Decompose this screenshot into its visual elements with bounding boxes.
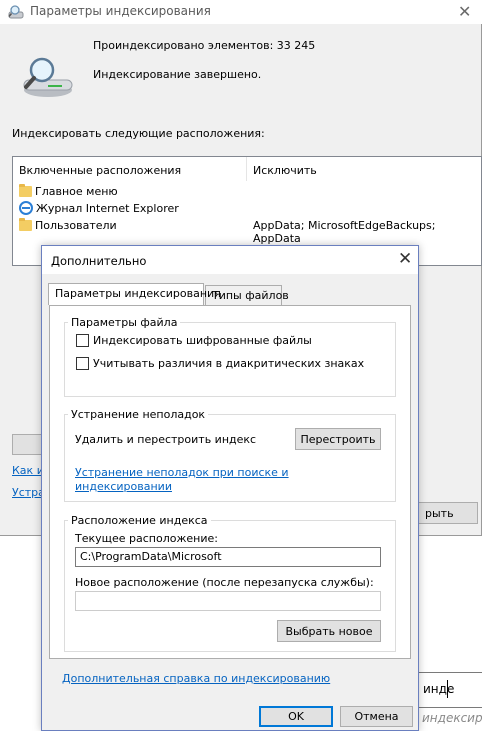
background-window-field[interactable]: инде	[418, 672, 482, 708]
rebuild-button[interactable]: Перестроить	[295, 428, 381, 450]
close-icon[interactable]: ✕	[458, 2, 471, 21]
select-new-button[interactable]: Выбрать новое	[277, 620, 381, 642]
list-item[interactable]: Главное меню	[19, 183, 118, 199]
location-exclude: AppData; MicrosoftEdgeBackups; AppData	[253, 219, 436, 245]
tab-indexing-settings[interactable]: Параметры индексирования	[48, 283, 221, 305]
window-title: Параметры индексирования	[30, 4, 211, 18]
modify-button[interactable]	[12, 434, 42, 455]
rebuild-label: Удалить и перестроить индекс	[75, 433, 257, 446]
encrypted-files-checkbox-row[interactable]: Индексировать шифрованные файлы	[76, 334, 312, 347]
group-title: Расположение индекса	[68, 514, 211, 527]
title-bar: Параметры индексирования ✕	[0, 0, 482, 24]
folder-icon	[19, 217, 32, 231]
close-button[interactable]: рыть	[412, 502, 478, 524]
checkbox-label[interactable]: Индексировать шифрованные файлы	[93, 334, 312, 347]
ok-button[interactable]: OK	[259, 706, 333, 727]
current-location-field[interactable]: C:\ProgramData\Microsoft	[75, 547, 381, 567]
location-name: Журнал Internet Explorer	[36, 201, 179, 215]
tab-panel: Параметры файла Индексировать шифрованны…	[49, 305, 411, 659]
troubleshoot-search-link-cont[interactable]: индексировании	[75, 480, 172, 493]
locations-label: Индексировать следующие расположения:	[12, 127, 265, 140]
diacritics-checkbox[interactable]	[76, 357, 89, 370]
indexing-status: Индексирование завершено.	[93, 68, 262, 81]
location-name: Пользователи	[35, 218, 117, 232]
tab-label: Типы файлов	[212, 289, 289, 302]
internet-explorer-icon	[19, 201, 33, 215]
new-location-field[interactable]	[75, 591, 381, 611]
search-indexing-icon	[23, 57, 73, 97]
group-title: Параметры файла	[68, 316, 181, 329]
encrypted-files-checkbox[interactable]	[76, 334, 89, 347]
cancel-button[interactable]: Отмена	[340, 706, 413, 727]
list-item[interactable]: Журнал Internet Explorer	[19, 200, 179, 216]
how-indexing-link[interactable]: Как и	[12, 464, 44, 477]
close-button-label: рыть	[425, 507, 454, 520]
troubleshoot-link[interactable]: Устра	[12, 486, 45, 499]
new-location-label: Новое расположение (после перезапуска сл…	[75, 576, 374, 589]
background-text: инде	[423, 682, 455, 696]
folder-icon	[19, 183, 32, 197]
indexing-help-link[interactable]: Дополнительная справка по индексированию	[62, 672, 330, 685]
text-caret	[447, 680, 448, 698]
diacritics-checkbox-row[interactable]: Учитывать различия в диакритических знак…	[76, 357, 364, 370]
column-header-exclude[interactable]: Исключить	[253, 164, 317, 177]
indexed-count: Проиндексировано элементов: 33 245	[93, 39, 316, 52]
dialog-title: Дополнительно	[51, 254, 147, 268]
tab-label: Параметры индексирования	[55, 287, 221, 300]
checkbox-label[interactable]: Учитывать различия в диакритических знак…	[93, 357, 364, 370]
column-header-included[interactable]: Включенные расположения	[19, 164, 181, 177]
column-divider[interactable]	[246, 157, 247, 181]
location-name: Главное меню	[35, 184, 118, 198]
search-indexing-icon	[8, 5, 24, 19]
group-title: Устранение неполадок	[68, 408, 209, 421]
list-item[interactable]: Пользователи	[19, 217, 117, 233]
troubleshoot-search-link[interactable]: Устранение неполадок при поиске и	[75, 466, 289, 479]
background-hint-text: индексиро	[422, 711, 482, 725]
current-location-label: Текущее расположение:	[75, 532, 218, 545]
dialog-title-bar: Дополнительно ✕	[42, 246, 418, 274]
close-icon[interactable]: ✕	[398, 249, 412, 269]
current-location-value: C:\ProgramData\Microsoft	[80, 550, 222, 563]
